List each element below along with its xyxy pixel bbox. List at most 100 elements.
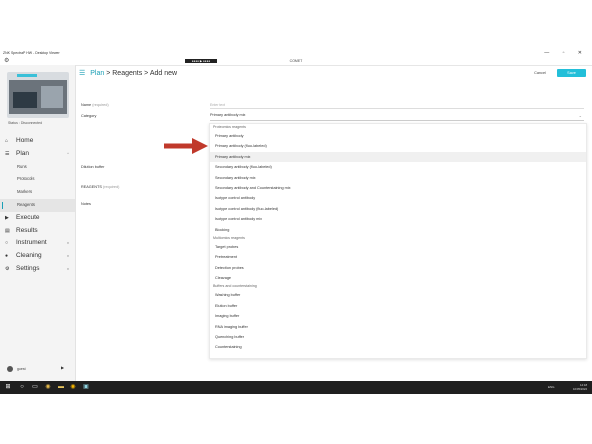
sidebar-item-results[interactable]: ▤ Results — [0, 225, 75, 238]
breadcrumb-reagents[interactable]: Reagents — [112, 70, 142, 77]
language-indicator[interactable]: ENG — [548, 385, 555, 389]
category-label: Category — [81, 114, 97, 118]
dropdown-option-selected[interactable]: Primary antibody mix — [210, 151, 586, 163]
system-clock[interactable]: 14:18 10/05/2022 — [573, 383, 587, 391]
dropdown-group-label: Proteomics reagents — [213, 125, 246, 129]
dropdown-group-label: Buffers and counterstaining — [213, 284, 257, 289]
windows-start-icon[interactable]: ⊞ — [4, 383, 12, 391]
sidebar-nav: ⌂ Home ☰ Plan ^ Runs Protocols Markers R… — [0, 135, 75, 276]
dropdown-option[interactable]: Pretreatment — [210, 252, 586, 262]
required-tag: (required) — [102, 185, 120, 189]
dropdown-option[interactable]: Counterstaining — [210, 342, 586, 352]
search-icon[interactable]: ○ — [18, 383, 26, 391]
list-icon: ☰ — [5, 150, 10, 157]
clock-date: 10/05/2022 — [573, 387, 587, 391]
chart-icon: ▤ — [5, 227, 10, 234]
sidebar-item-instrument[interactable]: ○ Instrument v — [0, 237, 75, 250]
main-content: ☰ Plan > Reagents > Add new Cancel Save … — [76, 65, 592, 386]
sidebar-item-settings[interactable]: ⚙ Settings v — [0, 263, 75, 276]
name-label-text: Name — [81, 103, 92, 107]
red-pointer-arrow-icon — [164, 138, 208, 154]
dropdown-option[interactable]: Secondary antibody (fluo-labeled) — [210, 162, 586, 172]
sidebar-subitem-runs[interactable]: Runs — [0, 161, 75, 174]
name-field[interactable] — [210, 102, 584, 109]
play-icon: ▶ — [5, 214, 9, 221]
chrome-icon[interactable]: ◉ — [44, 383, 52, 391]
sidebar-subitem-label: Reagents — [17, 201, 35, 207]
app-screen: ZNK SpectraP HW - Desktop Viewer — ▫ ✕ ⚙… — [0, 49, 592, 394]
sidebar-item-execute[interactable]: ▶ Execute — [0, 212, 75, 225]
sidebar-subitem-label: Protocols — [17, 176, 35, 182]
sidebar-item-label: Results — [16, 226, 38, 234]
category-select[interactable]: Primary antibody mix ⌄ — [210, 113, 584, 121]
chevron-down-icon: v — [67, 240, 69, 246]
dropdown-option[interactable]: Blocking — [210, 225, 586, 235]
window-controls[interactable]: — ▫ ✕ — [544, 50, 588, 56]
dropdown-option[interactable]: Imaging buffer — [210, 311, 586, 321]
sidebar-item-cleaning[interactable]: ● Cleaning v — [0, 250, 75, 263]
dropdown-option[interactable]: Washing buffer — [210, 290, 586, 300]
avatar — [7, 366, 13, 372]
dropdown-option[interactable]: Primary antibody (fluo-labeled) — [210, 141, 586, 151]
browser-icon[interactable]: ◉ — [69, 383, 77, 391]
dropdown-option[interactable]: Quenching buffer — [210, 332, 586, 342]
sidebar-subitem-reagents[interactable]: Reagents — [0, 198, 75, 212]
windows-taskbar: ⊞ ○ ▭ ◉ ▬ ◉ ▣ ENG 14:18 10/05/2022 — [0, 381, 592, 394]
dropdown-option[interactable]: Primary antibody — [210, 131, 586, 141]
sidebar-item-label: Home — [16, 137, 34, 144]
reagents-label: REAGENTS (required) — [81, 185, 119, 189]
cancel-button[interactable]: Cancel — [527, 69, 553, 77]
sidebar-item-label: Instrument — [16, 239, 47, 247]
dropdown-option[interactable]: Isotype control antibody mix — [210, 214, 586, 224]
sidebar-subitem-label: Runs — [17, 163, 27, 169]
gear-icon: ⚙ — [5, 265, 10, 272]
chevron-down-icon: v — [67, 265, 69, 271]
sidebar-item-home[interactable]: ⌂ Home — [0, 135, 75, 148]
user-name: guest — [16, 366, 26, 371]
notes-label: Notes — [81, 202, 91, 206]
dropdown-option[interactable]: Secondary antibody and Counterstaining m… — [210, 183, 586, 193]
user-profile[interactable]: guest — [7, 366, 26, 372]
chevron-down-icon: v — [67, 253, 69, 259]
dropdown-option[interactable]: Secondary antibody mix — [210, 173, 586, 183]
instrument-image — [7, 72, 69, 118]
sidebar-item-label: Settings — [16, 264, 40, 272]
window-titlebar: ZNK SpectraP HW - Desktop Viewer — ▫ ✕ — [0, 49, 592, 57]
sidebar-subitem-markers[interactable]: Markers — [0, 186, 75, 199]
save-button[interactable]: Save — [557, 69, 586, 77]
sidebar: Status : Disconnected ⌂ Home ☰ Plan ^ Ru… — [0, 65, 76, 386]
dropdown-option[interactable]: Isotype control antibody — [210, 193, 586, 203]
page-title: Add new — [149, 70, 178, 77]
dropdown-option[interactable]: Cleavage — [210, 273, 586, 283]
dropdown-option[interactable]: Isotype control antibody (fluo-labeled) — [210, 204, 586, 214]
sidebar-subitem-protocols[interactable]: Protocols — [0, 173, 75, 186]
name-label: Name (required) — [81, 103, 109, 107]
drop-icon: ● — [5, 253, 9, 260]
sidebar-item-plan[interactable]: ☰ Plan ^ — [0, 148, 75, 161]
breadcrumb-separator: > — [144, 70, 149, 77]
app-name: COMET — [289, 59, 303, 63]
required-tag: (required) — [92, 103, 109, 107]
dropdown-option[interactable]: Elution buffer — [210, 301, 586, 311]
chevron-down-icon: ⌄ — [578, 113, 582, 118]
folder-icon[interactable]: ▬ — [57, 383, 65, 391]
expand-arrow-icon[interactable]: ▶ — [61, 365, 64, 370]
home-icon: ⌂ — [5, 138, 9, 144]
sidebar-item-label: Plan — [16, 149, 30, 157]
circle-icon: ○ — [5, 240, 9, 247]
dropdown-option[interactable]: RNA imaging buffer — [210, 322, 586, 332]
comet-app-icon[interactable]: ▣ — [82, 383, 90, 391]
task-view-icon[interactable]: ▭ — [31, 383, 39, 391]
chevron-up-icon: ^ — [67, 150, 69, 156]
breadcrumb-separator: > — [106, 70, 111, 77]
instrument-status: Status : Disconnected — [8, 121, 43, 125]
dropdown-group-label: Multiomics reagents — [213, 235, 245, 240]
sidebar-subitem-label: Markers — [17, 189, 33, 195]
dilution-buffer-label: Dilution buffer — [81, 165, 105, 169]
breadcrumb-plan[interactable]: Plan — [90, 70, 104, 77]
hamburger-icon[interactable]: ☰ — [79, 70, 85, 77]
dropdown-option[interactable]: Target probes — [210, 242, 586, 252]
category-value: Primary antibody mix — [210, 113, 246, 117]
window-title: ZNK SpectraP HW - Desktop Viewer — [3, 51, 60, 55]
dropdown-option[interactable]: Detection probes — [210, 263, 586, 273]
